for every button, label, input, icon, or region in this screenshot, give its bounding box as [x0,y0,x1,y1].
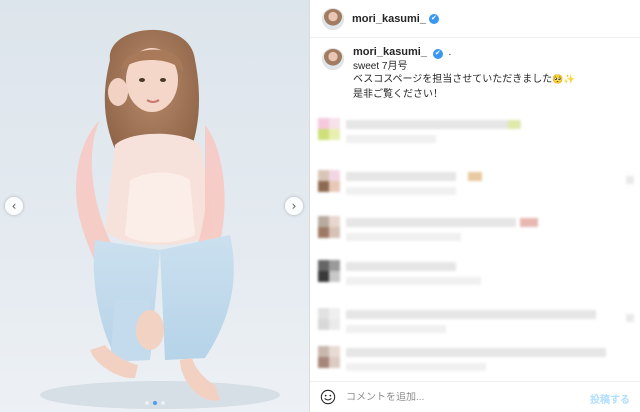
list-item [318,118,638,148]
avatar [318,170,340,192]
caption-line-3: 是非ご覧ください！ [353,88,443,100]
caption-line-1: sweet 7月号 [353,60,408,72]
comment-meta [346,277,481,285]
list-item [318,260,638,290]
avatar [318,308,340,330]
heart-icon[interactable] [626,314,634,322]
comment-text [508,120,520,129]
header-username[interactable]: mori_kasumi_ [352,13,426,25]
verified-icon: ✔ [432,48,443,59]
carousel-dot [144,401,149,405]
heart-icon[interactable] [626,176,634,184]
post-comment-button[interactable]: 投稿する [590,391,630,406]
comments-list [310,118,640,378]
chevron-right-icon[interactable]: › [285,197,303,215]
caption-body: mori_kasumi_ ✔ . sweet 7月号 ベスコスページを担当させて… [353,46,575,101]
post-caption: mori_kasumi_ ✔ . sweet 7月号 ベスコスページを担当させて… [322,46,632,101]
avatar [318,346,340,368]
comment-text [346,348,606,357]
comment-text [346,262,456,271]
comment-input[interactable] [346,391,576,403]
avatar[interactable] [322,7,344,30]
comment-text [468,172,482,181]
comment-meta [346,363,486,371]
list-item [318,216,638,246]
list-item [318,170,638,200]
caption-line-2: ベスコスページを担当させていただきました [353,74,553,85]
caption-username[interactable]: mori_kasumi_ [353,46,427,58]
comment-meta [346,233,461,241]
comment-bar: 投稿する [310,381,640,412]
post-media[interactable]: ‹ › [0,0,309,412]
post-side-panel: mori_kasumi_ ✔ mori_kasumi_ ✔ . sweet 7月… [310,0,640,412]
post-photo [0,0,309,412]
chevron-left-icon[interactable]: ‹ [5,197,23,215]
verified-icon: ✔ [428,13,439,24]
list-item [318,308,638,338]
comment-text [520,218,538,227]
carousel-dots [0,401,309,405]
caption-emoji: 🥺✨ [552,75,575,85]
caption-dot: . [448,47,452,58]
comment-meta [346,325,446,333]
avatar [318,118,340,140]
comment-meta [346,187,456,195]
comment-meta [346,135,436,143]
carousel-dot [160,401,165,405]
avatar [318,260,340,282]
comment-text [346,310,596,319]
comment-text [346,218,516,227]
smile-icon[interactable] [320,389,336,405]
comment-text [346,120,521,129]
caption-avatar[interactable] [322,48,344,70]
list-item [318,346,638,376]
post-header: mori_kasumi_ ✔ [310,0,640,38]
avatar [318,216,340,238]
comment-text [346,172,456,181]
carousel-dot-active [152,401,157,405]
